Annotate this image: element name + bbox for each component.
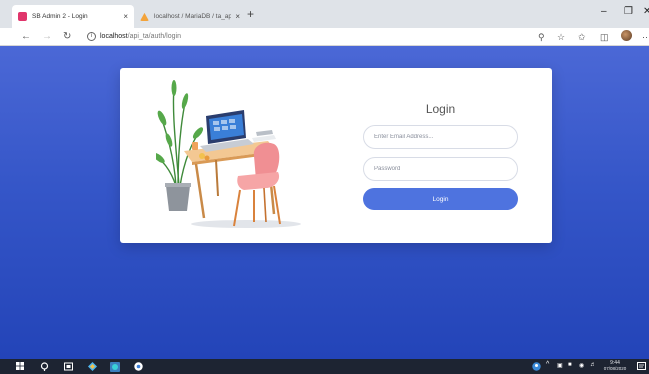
windows-start-icon[interactable]	[16, 362, 24, 370]
tab-close-icon[interactable]: ×	[123, 12, 128, 21]
tab-sb-admin-login[interactable]: SB Admin 2 - Login ×	[12, 5, 134, 28]
forward-arrow-icon[interactable]: →	[42, 30, 52, 44]
email-field[interactable]	[363, 125, 518, 149]
address-bar[interactable]: localhost/api_ta/auth/login	[100, 32, 181, 42]
close-window-button[interactable]: ✕	[643, 6, 649, 18]
chrome-icon[interactable]	[134, 362, 143, 371]
more-options-icon[interactable]: ⋯	[642, 31, 649, 43]
edge-browser-icon[interactable]	[110, 362, 120, 372]
login-card: Login Login	[120, 68, 552, 243]
tray-network-icon[interactable]: ■	[568, 362, 572, 368]
tray-chevron-up-icon[interactable]: ^	[546, 361, 549, 368]
minimize-button[interactable]: –	[601, 6, 607, 18]
tab-close-icon[interactable]: ×	[235, 12, 240, 21]
notification-icon[interactable]	[637, 362, 646, 371]
tray-globe-icon[interactable]: ◉	[579, 362, 584, 369]
user-account-icon[interactable]	[532, 362, 541, 371]
login-heading: Login	[425, 102, 456, 116]
zoom-icon[interactable]: ⚲	[538, 31, 545, 43]
search-icon[interactable]	[40, 362, 49, 371]
login-button[interactable]: Login	[363, 188, 518, 210]
maximize-button[interactable]: ❐	[624, 6, 633, 18]
collections-icon[interactable]: ◫	[600, 31, 609, 43]
phpmyadmin-favicon-icon	[140, 12, 149, 21]
windows-taskbar: ^ ▣ ■ ◉ ♬ 9:44 07/08/2020	[0, 359, 649, 374]
tab-title: localhost / MariaDB / ta_api / d...	[154, 13, 232, 20]
browser-tab-strip: SB Admin 2 - Login × localhost / MariaDB…	[0, 0, 649, 28]
back-arrow-icon[interactable]: ←	[21, 30, 31, 44]
tab-phpmyadmin[interactable]: localhost / MariaDB / ta_api / d... ×	[134, 5, 246, 28]
profile-avatar[interactable]	[621, 30, 632, 41]
page-background: Login Login	[0, 46, 649, 359]
vscode-icon[interactable]	[88, 362, 97, 371]
tray-volume-icon[interactable]: ♬	[590, 362, 596, 368]
task-view-icon[interactable]	[64, 362, 73, 371]
browser-toolbar: ← → ↻ i localhost/api_ta/auth/login ⚲ ☆ …	[0, 28, 649, 46]
password-field[interactable]	[363, 157, 518, 181]
favorite-star-icon[interactable]: ☆	[557, 31, 565, 43]
url-host: localhost	[100, 33, 128, 40]
sb-admin-favicon-icon	[18, 12, 27, 21]
site-info-icon[interactable]: i	[87, 32, 96, 41]
url-path: /api_ta/auth/login	[127, 33, 181, 40]
favorites-list-icon[interactable]: ✩	[578, 31, 586, 43]
refresh-icon[interactable]: ↻	[63, 30, 71, 44]
tray-battery-icon[interactable]: ▣	[557, 362, 563, 369]
desk-illustration	[156, 80, 301, 228]
tab-title: SB Admin 2 - Login	[32, 13, 88, 20]
new-tab-button[interactable]: +	[247, 8, 254, 20]
clock-date: 07/08/2020	[603, 366, 627, 371]
taskbar-clock[interactable]: 9:44 07/08/2020	[600, 360, 630, 372]
